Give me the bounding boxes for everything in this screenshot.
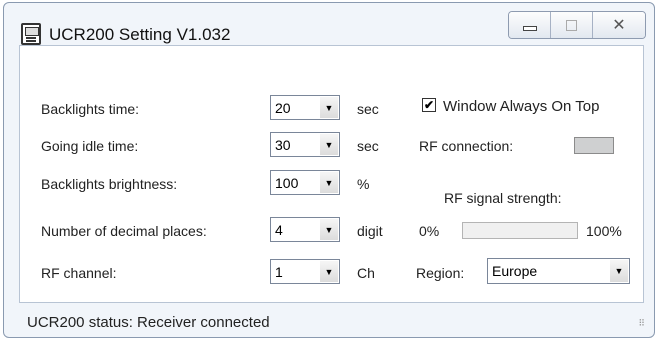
status-bar-text: UCR200 status: Receiver connected	[27, 314, 270, 331]
decimal-places-select[interactable]: 4 ▼	[270, 217, 340, 242]
chevron-down-icon[interactable]: ▼	[320, 219, 338, 240]
signal-min-label: 0%	[419, 223, 440, 239]
close-icon: ✕	[612, 17, 626, 34]
rf-channel-select[interactable]: 1 ▼	[270, 259, 340, 284]
rf-signal-strength-label: RF signal strength:	[444, 190, 562, 206]
title-bar[interactable]: UCR200 Setting V1.032 ✕	[4, 3, 654, 45]
backlights-time-label: Backlights time:	[41, 101, 140, 117]
decimal-places-label: Number of decimal places:	[41, 223, 207, 239]
always-on-top-label: Window Always On Top	[443, 98, 600, 115]
maximize-icon	[566, 19, 577, 31]
settings-panel: Backlights time: 20 ▼ sec Going idle tim…	[19, 45, 644, 303]
chevron-down-icon[interactable]: ▼	[320, 97, 338, 118]
chevron-down-icon[interactable]: ▼	[610, 260, 628, 282]
decimal-places-value: 4	[275, 222, 283, 238]
checkmark-icon: ✔	[423, 98, 435, 112]
going-idle-time-select[interactable]: 30 ▼	[270, 132, 340, 157]
backlights-brightness-label: Backlights brightness:	[41, 176, 178, 192]
minimize-icon	[522, 25, 537, 31]
backlights-brightness-select[interactable]: 100 ▼	[270, 170, 340, 195]
rf-connection-label: RF connection:	[419, 138, 514, 154]
resize-grip-icon[interactable]: ⠿	[638, 318, 645, 329]
region-value: Europe	[492, 263, 538, 279]
chevron-down-icon[interactable]: ▼	[320, 134, 338, 155]
chevron-down-icon[interactable]: ▼	[320, 261, 338, 282]
rf-channel-value: 1	[275, 264, 283, 280]
backlights-time-select[interactable]: 20 ▼	[270, 95, 340, 120]
going-idle-time-unit: sec	[357, 138, 379, 154]
maximize-button[interactable]	[551, 12, 593, 38]
rf-channel-unit: Ch	[357, 265, 375, 281]
going-idle-time-value: 30	[275, 137, 291, 153]
app-icon[interactable]	[21, 23, 41, 45]
settings-window: UCR200 Setting V1.032 ✕ Backlights time:…	[3, 2, 655, 338]
backlights-brightness-value: 100	[275, 175, 299, 191]
region-select[interactable]: Europe ▼	[487, 258, 630, 284]
backlights-time-unit: sec	[357, 101, 379, 117]
minimize-button[interactable]	[509, 12, 551, 38]
rf-connection-indicator	[574, 137, 614, 154]
rf-signal-progress	[462, 222, 578, 239]
close-button[interactable]: ✕	[593, 12, 645, 38]
always-on-top-checkbox[interactable]: ✔	[422, 98, 436, 112]
region-label: Region:	[416, 265, 465, 281]
signal-max-label: 100%	[586, 223, 622, 239]
backlights-time-value: 20	[275, 100, 291, 116]
decimal-places-unit: digit	[357, 223, 383, 239]
backlights-brightness-unit: %	[357, 176, 370, 192]
window-title: UCR200 Setting V1.032	[49, 25, 231, 44]
window-controls: ✕	[508, 11, 646, 39]
rf-channel-label: RF channel:	[41, 265, 117, 281]
going-idle-time-label: Going idle time:	[41, 138, 139, 154]
chevron-down-icon[interactable]: ▼	[320, 172, 338, 193]
